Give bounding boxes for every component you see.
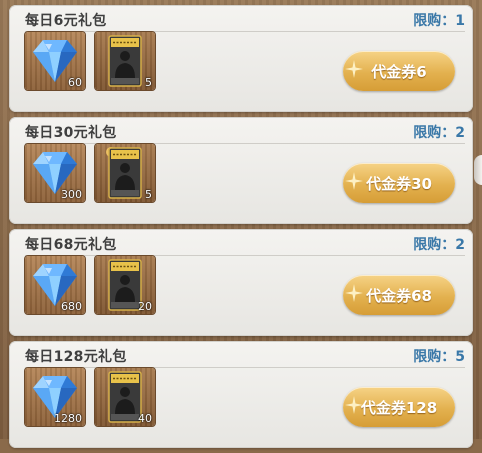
reward-item-diamond[interactable]: 1280 xyxy=(25,368,85,426)
sparkle-icon xyxy=(345,172,363,190)
pack-title: 每日30元礼包 xyxy=(25,125,117,141)
pack-header: 每日6元礼包 限购：1 xyxy=(25,9,465,32)
reward-item-diamond[interactable]: 680 xyxy=(25,256,85,314)
reward-items: 680 20 xyxy=(25,256,155,314)
reward-item-player-card[interactable]: 40 xyxy=(95,368,155,426)
pack-title: 每日68元礼包 xyxy=(25,237,117,253)
item-count: 20 xyxy=(138,300,152,313)
gift-pack-list: 每日6元礼包 限购：1 60 5 代金券6 每日30元礼包 限购：2 300 5… xyxy=(9,5,473,453)
reward-item-player-card[interactable]: 5 xyxy=(95,32,155,90)
pack-header: 每日30元礼包 限购：2 xyxy=(25,121,465,144)
scroll-edge-tab[interactable] xyxy=(474,155,482,185)
item-count: 680 xyxy=(61,300,82,313)
item-count: 60 xyxy=(68,76,82,89)
item-count: 5 xyxy=(145,76,152,89)
item-count: 5 xyxy=(145,188,152,201)
reward-item-player-card[interactable]: 5 xyxy=(95,144,155,202)
buy-button-label: 代金券128 xyxy=(360,398,438,417)
pack-header: 每日128元礼包 限购：5 xyxy=(25,345,465,368)
sparkle-icon xyxy=(345,396,363,414)
reward-item-player-card[interactable]: 20 xyxy=(95,256,155,314)
buy-voucher-button[interactable]: 代金券128 xyxy=(343,387,455,427)
purchase-limit: 限购：5 xyxy=(413,349,465,365)
pack-header: 每日68元礼包 限购：2 xyxy=(25,233,465,256)
buy-button-label: 代金券68 xyxy=(366,286,432,305)
gift-pack-card: 每日68元礼包 限购：2 680 20 代金券68 xyxy=(9,229,473,336)
purchase-limit: 限购：2 xyxy=(413,125,465,141)
sparkle-icon xyxy=(345,284,363,302)
gift-pack-card: 每日128元礼包 限购：5 1280 40 代金券128 xyxy=(9,341,473,448)
purchase-limit: 限购：1 xyxy=(413,13,465,29)
pack-title: 每日6元礼包 xyxy=(25,13,107,29)
buy-button-label: 代金券6 xyxy=(371,62,427,81)
item-count: 300 xyxy=(61,188,82,201)
buy-voucher-button[interactable]: 代金券6 xyxy=(343,51,455,91)
item-count: 40 xyxy=(138,412,152,425)
buy-voucher-button[interactable]: 代金券68 xyxy=(343,275,455,315)
pack-title: 每日128元礼包 xyxy=(25,349,127,365)
reward-item-diamond[interactable]: 60 xyxy=(25,32,85,90)
gift-pack-card: 每日6元礼包 限购：1 60 5 代金券6 xyxy=(9,5,473,112)
reward-items: 1280 40 xyxy=(25,368,155,426)
reward-items: 300 5 xyxy=(25,144,155,202)
gift-pack-card: 每日30元礼包 限购：2 300 5 代金券30 xyxy=(9,117,473,224)
item-count: 1280 xyxy=(54,412,82,425)
reward-items: 60 5 xyxy=(25,32,155,90)
sparkle-icon xyxy=(345,60,363,78)
purchase-limit: 限购：2 xyxy=(413,237,465,253)
reward-item-diamond[interactable]: 300 xyxy=(25,144,85,202)
buy-voucher-button[interactable]: 代金券30 xyxy=(343,163,455,203)
buy-button-label: 代金券30 xyxy=(366,174,432,193)
